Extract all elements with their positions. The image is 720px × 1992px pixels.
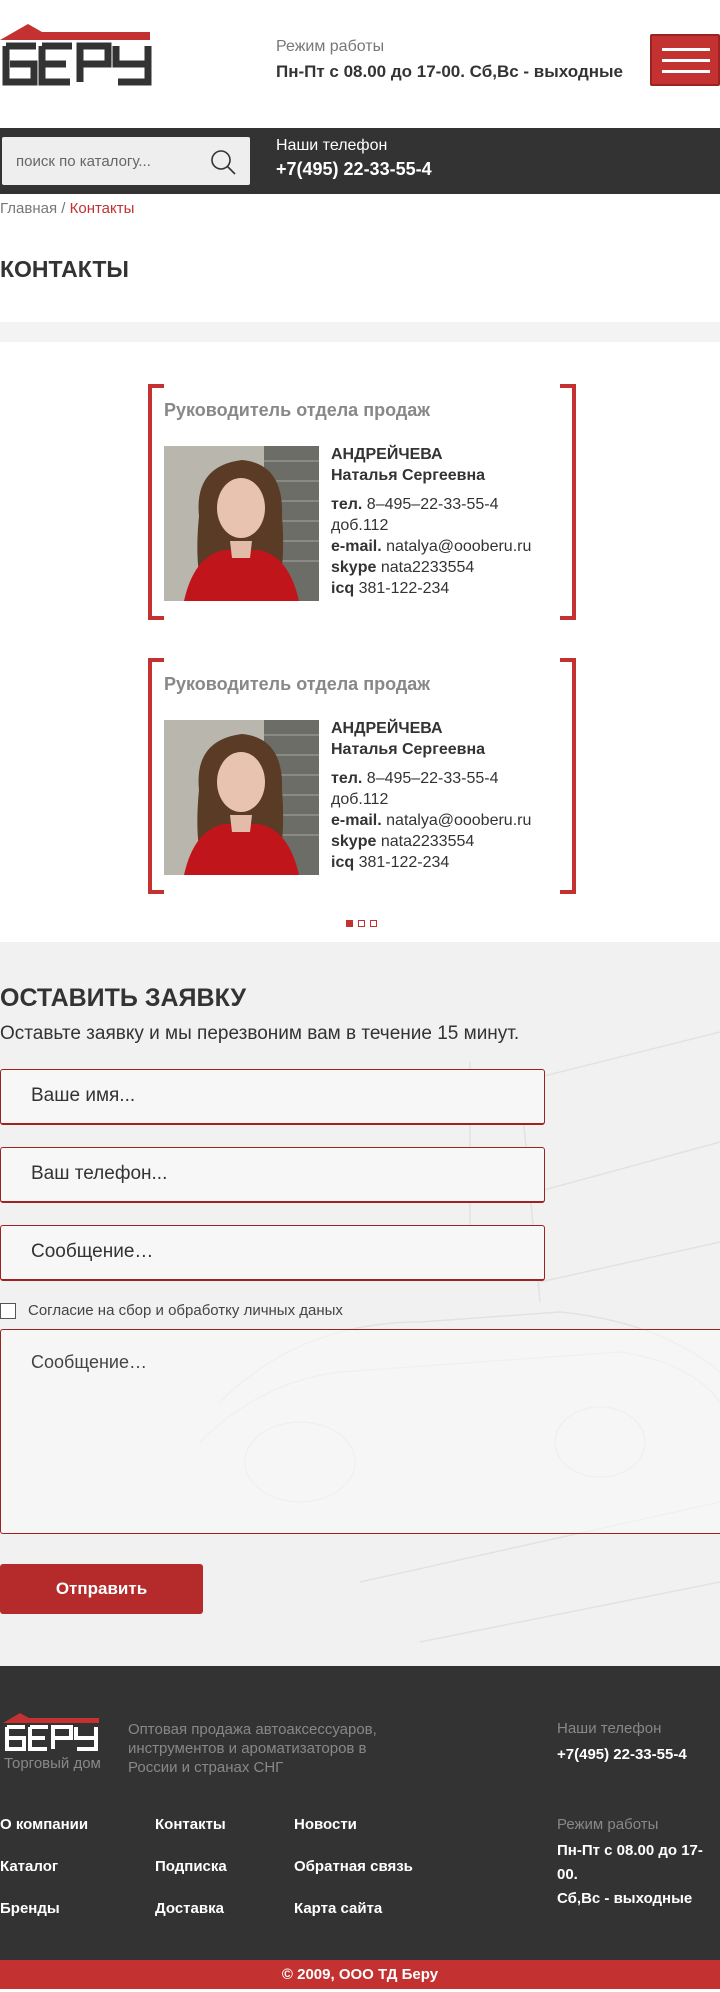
menu-button[interactable] xyxy=(650,34,720,86)
footer-link-sitemap[interactable]: Карта сайта xyxy=(294,1900,413,1942)
search-box xyxy=(2,137,250,185)
contact-info: АНДРЕЙЧЕВА Наталья Сергеевна тел. 8–495–… xyxy=(331,444,531,599)
email-label: e-mail. xyxy=(331,812,382,829)
message-textarea[interactable]: Сообщение… xyxy=(0,1329,720,1534)
footer-description: Оптовая продажа автоаксессуаров, инструм… xyxy=(128,1721,377,1776)
breadcrumb-current: Контакты xyxy=(69,200,135,217)
header-phone: Наши телефон +7(495) 22-33-55-4 xyxy=(276,137,432,180)
footer-link-news[interactable]: Новости xyxy=(294,1816,413,1858)
footer-logo-subtitle: Торговый дом xyxy=(4,1755,101,1772)
footer-link-about[interactable]: О компании xyxy=(0,1816,88,1858)
phone-value[interactable]: +7(495) 22-33-55-4 xyxy=(276,159,432,180)
icq-label: icq xyxy=(331,854,355,871)
phone-label: Наши телефон xyxy=(276,137,388,154)
hamburger-icon-line xyxy=(662,59,710,62)
form-title: ОСТАВИТЬ ЗАЯВКУ xyxy=(0,984,247,1012)
submit-button[interactable]: Отправить xyxy=(0,1564,203,1614)
page-title: КОНТАКТЫ xyxy=(0,256,129,282)
slider-dots xyxy=(346,914,382,932)
schedule-label: Режим работы xyxy=(276,38,385,55)
contact-email[interactable]: natalya@oooberu.ru xyxy=(386,538,531,555)
skype-label: skype xyxy=(331,833,377,850)
copyright: © 2009, ООО ТД Беру xyxy=(0,1960,720,1989)
contact-card: Руководитель отдела продаж АНДРЕЙЧЕВА На… xyxy=(148,384,576,620)
footer-logo[interactable] xyxy=(3,1710,101,1752)
logo[interactable] xyxy=(0,18,156,88)
consent-label[interactable]: Согласие на сбор и обработку личных даны… xyxy=(28,1302,343,1319)
hamburger-icon-line xyxy=(662,70,710,73)
contact-card: Руководитель отдела продаж АНДРЕЙЧЕВА На… xyxy=(148,658,576,894)
contact-phone[interactable]: 8–495–22-33-55-4 xyxy=(367,770,499,787)
footer-nav-col3: Новости Обратная связь Карта сайта xyxy=(294,1816,413,1942)
contact-photo xyxy=(164,720,319,875)
footer-link-feedback[interactable]: Обратная связь xyxy=(294,1858,413,1900)
tel-label: тел. xyxy=(331,496,363,513)
breadcrumb: Главная / Контакты xyxy=(0,194,720,224)
hamburger-icon-line xyxy=(662,48,710,51)
footer-link-subscribe[interactable]: Подписка xyxy=(155,1858,227,1900)
consent-row: Согласие на сбор и обработку личных даны… xyxy=(0,1301,720,1323)
section-divider xyxy=(0,322,720,342)
contact-name: Наталья Сергеевна xyxy=(331,467,486,484)
contact-surname: АНДРЕЙЧЕВА xyxy=(331,446,443,463)
bracket-left xyxy=(148,658,164,894)
breadcrumb-home[interactable]: Главная xyxy=(0,200,57,217)
contact-info: АНДРЕЙЧЕВА Наталья Сергеевна тел. 8–495–… xyxy=(331,718,531,873)
footer-link-contacts[interactable]: Контакты xyxy=(155,1816,227,1858)
site-header: Режим работы Пн-Пт с 08.00 до 17-00. Сб,… xyxy=(0,0,720,128)
contact-skype[interactable]: nata2233554 xyxy=(381,559,474,576)
contact-ext: доб.112 xyxy=(331,517,389,534)
breadcrumb-separator: / xyxy=(57,200,70,217)
request-form-section: ОСТАВИТЬ ЗАЯВКУ Оставьте заявку и мы пер… xyxy=(0,942,720,1666)
bracket-right xyxy=(560,384,576,620)
footer-link-catalog[interactable]: Каталог xyxy=(0,1858,88,1900)
site-footer: Торговый дом Оптовая продажа автоаксессу… xyxy=(0,1666,720,1960)
consent-checkbox[interactable] xyxy=(0,1303,16,1319)
contact-email[interactable]: natalya@oooberu.ru xyxy=(386,812,531,829)
footer-schedule-line1: Пн-Пт с 08.00 до 17-00. xyxy=(557,1842,703,1883)
message-field[interactable]: Сообщение… xyxy=(0,1225,545,1281)
contact-icq: 381-122-234 xyxy=(358,854,450,871)
footer-schedule-label: Режим работы xyxy=(557,1816,659,1833)
footer-schedule: Режим работы Пн-Пт с 08.00 до 17-00. Сб,… xyxy=(557,1816,720,1911)
footer-phone-label: Наши телефон xyxy=(557,1720,662,1737)
contact-ext: доб.112 xyxy=(331,791,389,808)
skype-label: skype xyxy=(331,559,377,576)
contact-role: Руководитель отдела продаж xyxy=(164,674,431,694)
contact-surname: АНДРЕЙЧЕВА xyxy=(331,720,443,737)
footer-link-delivery[interactable]: Доставка xyxy=(155,1900,227,1942)
icq-label: icq xyxy=(331,580,355,597)
contact-phone[interactable]: 8–495–22-33-55-4 xyxy=(367,496,499,513)
work-schedule: Режим работы Пн-Пт с 08.00 до 17-00. Сб,… xyxy=(276,38,623,82)
footer-phone-value[interactable]: +7(495) 22-33-55-4 xyxy=(557,1743,687,1767)
schedule-value: Пн-Пт с 08.00 до 17-00. Сб,Вс - выходные xyxy=(276,62,623,81)
search-bar: Наши телефон +7(495) 22-33-55-4 xyxy=(0,128,720,194)
footer-schedule-line2: Сб,Вс - выходные xyxy=(557,1890,693,1907)
search-input[interactable] xyxy=(2,137,202,185)
name-field[interactable]: Ваше имя... xyxy=(0,1069,545,1125)
search-icon[interactable] xyxy=(210,149,236,175)
contact-skype[interactable]: nata2233554 xyxy=(381,833,474,850)
contact-photo xyxy=(164,446,319,601)
contact-role: Руководитель отдела продаж xyxy=(164,400,431,420)
footer-phone: Наши телефон +7(495) 22-33-55-4 xyxy=(557,1720,687,1767)
bracket-left xyxy=(148,384,164,620)
bracket-right xyxy=(560,658,576,894)
slider-dot[interactable] xyxy=(346,920,353,927)
phone-field[interactable]: Ваш телефон... xyxy=(0,1147,545,1203)
contact-name: Наталья Сергеевна xyxy=(331,741,486,758)
form-subtitle: Оставьте заявку и мы перезвоним вам в те… xyxy=(0,1023,520,1044)
slider-dot[interactable] xyxy=(358,920,365,927)
footer-nav-col1: О компании Каталог Бренды xyxy=(0,1816,88,1942)
contact-icq: 381-122-234 xyxy=(358,580,450,597)
tel-label: тел. xyxy=(331,770,363,787)
contacts-slider: Руководитель отдела продаж АНДРЕЙЧЕВА На… xyxy=(0,342,720,942)
footer-nav-col2: Контакты Подписка Доставка xyxy=(155,1816,227,1942)
email-label: e-mail. xyxy=(331,538,382,555)
footer-link-brands[interactable]: Бренды xyxy=(0,1900,88,1942)
slider-dot[interactable] xyxy=(370,920,377,927)
